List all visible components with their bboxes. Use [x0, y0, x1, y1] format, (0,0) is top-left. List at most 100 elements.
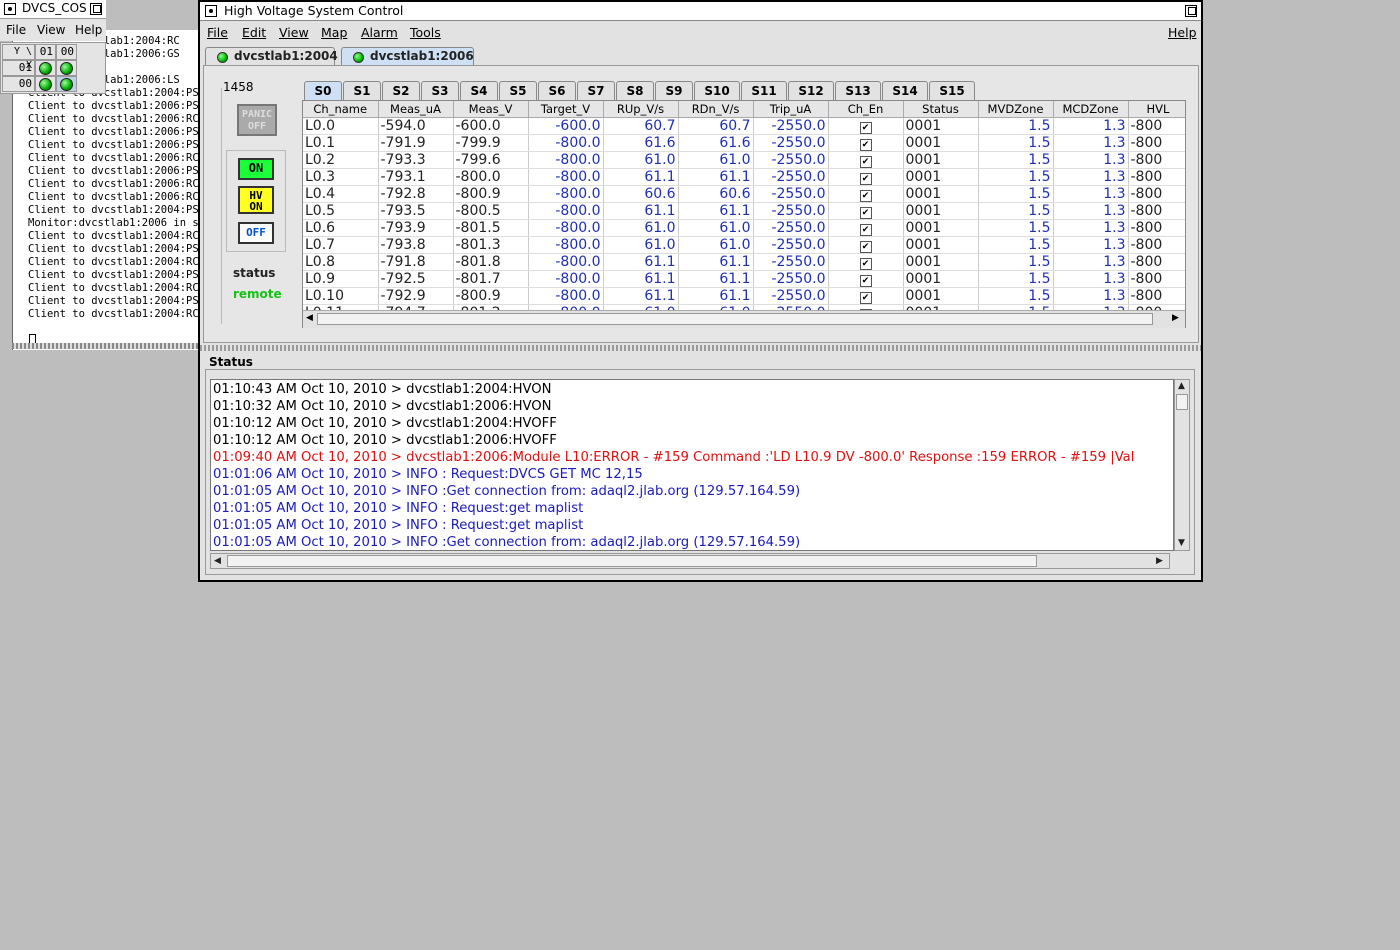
- table-cell[interactable]: -800.0: [528, 202, 604, 220]
- grid-cell[interactable]: [56, 60, 77, 76]
- table-cell[interactable]: 61.6: [678, 134, 754, 152]
- grid-cell[interactable]: [35, 60, 56, 76]
- table-cell[interactable]: 61.0: [678, 236, 754, 254]
- menu-help[interactable]: Help: [75, 23, 102, 37]
- tab-slot-s6[interactable]: S6: [538, 81, 576, 100]
- menu-help[interactable]: Help: [1168, 25, 1197, 40]
- table-cell[interactable]: 61.1: [678, 270, 754, 288]
- column-header[interactable]: RDn_V/s: [678, 101, 754, 118]
- table-cell[interactable]: L0.4: [303, 185, 379, 203]
- tab-slot-s8[interactable]: S8: [616, 81, 654, 100]
- table-cell[interactable]: -793.9: [378, 219, 454, 237]
- table-cell[interactable]: -793.1: [378, 168, 454, 186]
- tab-slot-s14[interactable]: S14: [882, 81, 928, 100]
- channel-enable-checkbox[interactable]: ✔: [859, 172, 872, 185]
- table-cell[interactable]: 1.3: [1053, 168, 1129, 186]
- channel-enable-cell[interactable]: ✔: [828, 287, 904, 305]
- scroll-thumb[interactable]: [227, 555, 1037, 567]
- table-cell[interactable]: -600.0: [528, 117, 604, 135]
- tab-slot-s0[interactable]: S0: [304, 81, 342, 100]
- table-cell[interactable]: -791.9: [378, 134, 454, 152]
- table-cell[interactable]: 0001: [903, 219, 979, 237]
- column-header[interactable]: Meas_V: [453, 101, 529, 118]
- column-header[interactable]: RUp_V/s: [603, 101, 679, 118]
- tab-slot-s7[interactable]: S7: [577, 81, 615, 100]
- table-cell[interactable]: -801.7: [453, 270, 529, 288]
- table-cell[interactable]: 61.1: [678, 168, 754, 186]
- table-cell[interactable]: -2550.0: [753, 270, 829, 288]
- table-cell[interactable]: -2550.0: [753, 151, 829, 169]
- scroll-left-icon[interactable]: ◀: [306, 313, 313, 323]
- table-cell[interactable]: -793.3: [378, 151, 454, 169]
- table-cell[interactable]: 1.3: [1053, 202, 1129, 220]
- table-cell[interactable]: 1.5: [978, 219, 1054, 237]
- table-cell[interactable]: -594.0: [378, 117, 454, 135]
- tab-connection-2004[interactable]: dvcstlab1:2004: [205, 47, 338, 65]
- table-cell[interactable]: -800.0: [528, 270, 604, 288]
- table-cell[interactable]: 0001: [903, 185, 979, 203]
- table-cell[interactable]: 0001: [903, 168, 979, 186]
- table-cell[interactable]: -800: [1128, 236, 1185, 254]
- tab-slot-s10[interactable]: S10: [694, 81, 740, 100]
- table-cell[interactable]: -800: [1128, 270, 1185, 288]
- tab-slot-s5[interactable]: S5: [499, 81, 537, 100]
- table-cell[interactable]: -2550.0: [753, 117, 829, 135]
- tab-slot-s12[interactable]: S12: [788, 81, 834, 100]
- grid-cell[interactable]: [35, 76, 56, 92]
- window-menu-icon[interactable]: [4, 3, 16, 15]
- menu-edit[interactable]: Edit: [242, 25, 266, 40]
- table-cell[interactable]: -792.9: [378, 287, 454, 305]
- table-cell[interactable]: -800.0: [528, 219, 604, 237]
- scroll-right-icon[interactable]: ▶: [1172, 313, 1179, 323]
- table-cell[interactable]: 0001: [903, 117, 979, 135]
- table-cell[interactable]: 0001: [903, 236, 979, 254]
- table-cell[interactable]: 61.0: [603, 219, 679, 237]
- table-cell[interactable]: 1.5: [978, 151, 1054, 169]
- table-cell[interactable]: L0.7: [303, 236, 379, 254]
- table-cell[interactable]: -793.5: [378, 202, 454, 220]
- table-cell[interactable]: -800: [1128, 134, 1185, 152]
- channel-enable-cell[interactable]: ✔: [828, 236, 904, 254]
- channel-enable-cell[interactable]: ✔: [828, 202, 904, 220]
- table-cell[interactable]: -800.0: [528, 151, 604, 169]
- table-cell[interactable]: 61.1: [603, 287, 679, 305]
- table-cell[interactable]: L0.1: [303, 134, 379, 152]
- channel-enable-checkbox[interactable]: ✔: [859, 121, 872, 134]
- table-cell[interactable]: 1.3: [1053, 151, 1129, 169]
- off-button[interactable]: OFF: [238, 222, 274, 244]
- table-cell[interactable]: 1.5: [978, 117, 1054, 135]
- table-horizontal-scrollbar[interactable]: ◀ ▶: [303, 310, 1185, 328]
- table-cell[interactable]: L0.9: [303, 270, 379, 288]
- table-cell[interactable]: -791.8: [378, 253, 454, 271]
- table-cell[interactable]: -800.0: [528, 236, 604, 254]
- channel-enable-cell[interactable]: ✔: [828, 253, 904, 271]
- table-cell[interactable]: 1.5: [978, 202, 1054, 220]
- table-cell[interactable]: -2550.0: [753, 168, 829, 186]
- table-cell[interactable]: -800.9: [453, 287, 529, 305]
- menu-view[interactable]: View: [279, 25, 309, 40]
- table-row[interactable]: L0.8 -791.8 -801.8 -800.0 61.1 61.1 -2550.0 ✔ 00…: [303, 253, 1185, 271]
- table-cell[interactable]: -801.8: [453, 253, 529, 271]
- menu-map[interactable]: Map: [321, 25, 347, 40]
- table-cell[interactable]: 1.5: [978, 253, 1054, 271]
- table-cell[interactable]: 1.5: [978, 134, 1054, 152]
- scroll-left-icon[interactable]: ◀: [214, 556, 221, 566]
- table-row[interactable]: L0.10 -792.9 -800.9 -800.0 61.1 61.1 -2550.0 ✔ 0…: [303, 287, 1185, 305]
- table-cell[interactable]: 1.3: [1053, 287, 1129, 305]
- table-cell[interactable]: L0.2: [303, 151, 379, 169]
- status-log[interactable]: 01:10:43 AM Oct 10, 2010 > dvcstlab1:200…: [210, 379, 1174, 551]
- channel-enable-cell[interactable]: ✔: [828, 185, 904, 203]
- table-cell[interactable]: 0001: [903, 134, 979, 152]
- table-cell[interactable]: 61.1: [678, 202, 754, 220]
- table-cell[interactable]: -2550.0: [753, 219, 829, 237]
- table-cell[interactable]: 1.3: [1053, 236, 1129, 254]
- table-cell[interactable]: -800: [1128, 185, 1185, 203]
- column-header[interactable]: Status: [903, 101, 979, 118]
- main-title-bar[interactable]: High Voltage System Control: [200, 2, 1201, 21]
- table-cell[interactable]: 61.1: [603, 253, 679, 271]
- split-pane-divider[interactable]: [200, 345, 1201, 351]
- scroll-thumb[interactable]: [1176, 394, 1188, 410]
- table-cell[interactable]: -2550.0: [753, 202, 829, 220]
- tab-slot-s4[interactable]: S4: [460, 81, 498, 100]
- channel-enable-cell[interactable]: ✔: [828, 151, 904, 169]
